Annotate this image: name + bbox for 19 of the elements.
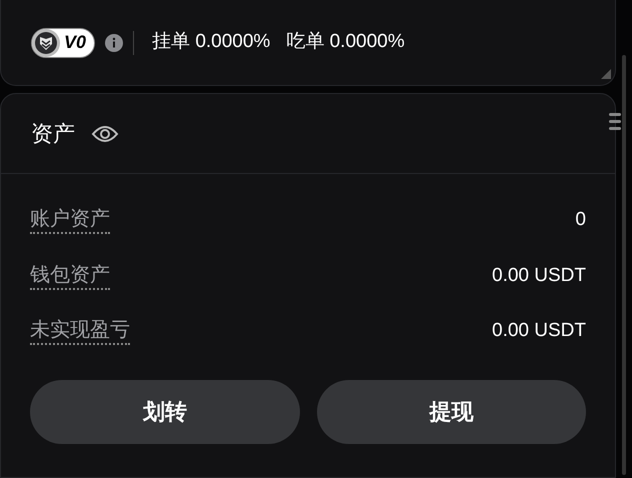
asset-label[interactable]: 账户资产 bbox=[30, 206, 110, 234]
drag-handle-icon[interactable] bbox=[609, 112, 621, 132]
info-icon[interactable] bbox=[105, 34, 124, 52]
resize-icon bbox=[601, 69, 611, 79]
vip-level: V0 bbox=[64, 31, 86, 54]
assets-title: 资产 bbox=[31, 120, 75, 148]
vip-badge[interactable]: V0 bbox=[31, 28, 96, 58]
action-button[interactable]: 划转 bbox=[30, 380, 300, 444]
asset-value: 0.00 USDT bbox=[492, 319, 586, 343]
asset-label[interactable]: 未实现盈亏 bbox=[30, 317, 130, 346]
taker-fee: 吃单 0.0000% bbox=[286, 30, 405, 54]
action-button[interactable]: 提现 bbox=[316, 380, 586, 444]
maker-fee: 挂单 0.0000% bbox=[152, 30, 270, 54]
asset-value: 0.00 USDT bbox=[492, 264, 586, 288]
shield-icon bbox=[31, 28, 61, 58]
eye-icon[interactable] bbox=[91, 124, 119, 144]
asset-value: 0 bbox=[575, 208, 586, 232]
scrollbar[interactable] bbox=[622, 55, 626, 475]
asset-label[interactable]: 钱包资产 bbox=[30, 262, 110, 290]
